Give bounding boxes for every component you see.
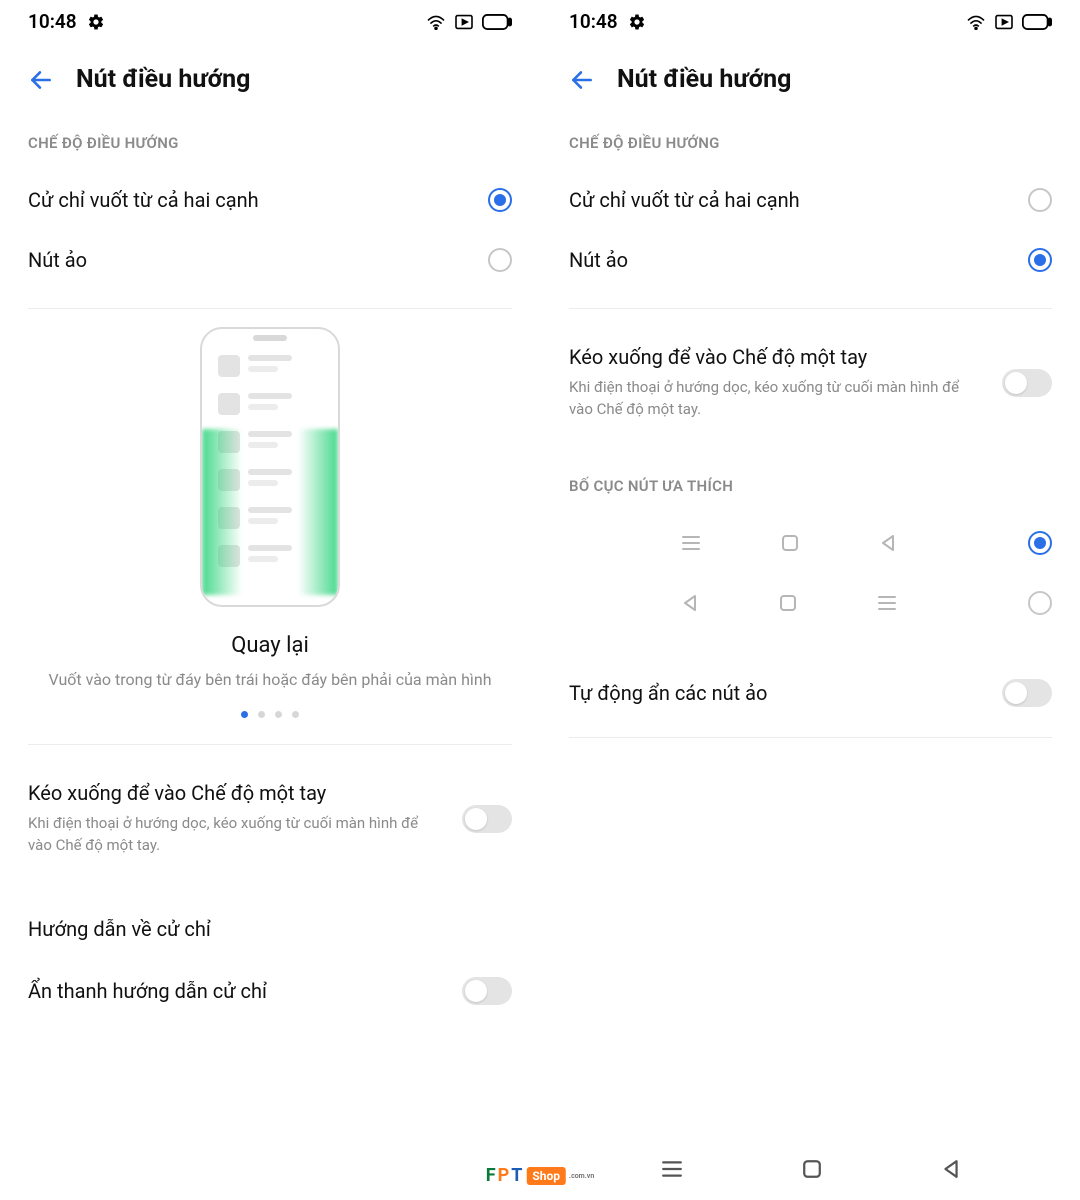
gesture-illustration: Quay lại Vuốt vào trong từ đáy bên trái … (28, 327, 512, 718)
menu-icon (877, 595, 897, 611)
one-hand-mode-row[interactable]: Kéo xuống để vào Chế độ một tay Khi điện… (569, 327, 1052, 439)
system-nav-bar (541, 1138, 1080, 1200)
watermark-shop: Shop (526, 1167, 566, 1185)
screen-right: 10:48 Nút điều hướng CHẾ ĐỘ ĐIỀU HƯỚNG C… (540, 0, 1080, 1200)
radio-selected-icon[interactable] (488, 188, 512, 212)
radio-unselected-icon[interactable] (1028, 188, 1052, 212)
one-hand-mode-row[interactable]: Kéo xuống để vào Chế độ một tay Khi điện… (28, 763, 512, 875)
button-layout-option-1[interactable] (569, 513, 1052, 573)
gear-icon (87, 13, 105, 31)
toggle-off-icon[interactable] (1002, 679, 1052, 707)
option-buttons-label: Nút ảo (569, 248, 628, 272)
screen-left: 10:48 Nút điều hướng CHẾ ĐỘ ĐIỀU HƯỚNG C… (0, 0, 540, 1200)
divider (569, 308, 1052, 309)
wifi-icon (426, 14, 446, 30)
toggle-off-icon[interactable] (1002, 369, 1052, 397)
triangle-back-icon (681, 594, 699, 612)
cast-icon (994, 14, 1014, 30)
gear-icon (628, 13, 646, 31)
cast-icon (454, 14, 474, 30)
dot-icon[interactable] (258, 711, 265, 718)
section-layout-title: BỐ CỤC NÚT ƯA THÍCH (569, 477, 1052, 495)
phone-illustration-icon (200, 327, 340, 607)
one-hand-title: Kéo xuống để vào Chế độ một tay (28, 781, 442, 805)
watermark-p: P (498, 1165, 510, 1186)
button-layout-option-2[interactable] (569, 573, 1052, 633)
square-icon (781, 534, 799, 552)
option-virtual-buttons[interactable]: Nút ảo (28, 230, 512, 290)
divider (28, 744, 512, 745)
watermark-f: F (486, 1165, 496, 1186)
illustration-title: Quay lại (231, 633, 309, 658)
one-hand-desc: Khi điện thoại ở hướng dọc, kéo xuống từ… (569, 377, 982, 421)
option-swipe-both[interactable]: Cử chỉ vuốt từ cả hai cạnh (28, 170, 512, 230)
radio-selected-icon[interactable] (1028, 248, 1052, 272)
page-header: Nút điều hướng (0, 39, 540, 104)
one-hand-desc: Khi điện thoại ở hướng dọc, kéo xuống từ… (28, 813, 442, 857)
option-swipe-label: Cử chỉ vuốt từ cả hai cạnh (28, 188, 259, 212)
option-buttons-label: Nút ảo (28, 248, 87, 272)
divider (28, 308, 512, 309)
option-swipe-label: Cử chỉ vuốt từ cả hai cạnh (569, 188, 800, 212)
radio-selected-icon[interactable] (1028, 531, 1052, 555)
nav-back-icon[interactable] (941, 1159, 961, 1179)
auto-hide-row[interactable]: Tự động ẩn các nút ảo (569, 661, 1052, 725)
status-bar: 10:48 (541, 0, 1080, 39)
radio-unselected-icon[interactable] (488, 248, 512, 272)
toggle-off-icon[interactable] (462, 805, 512, 833)
one-hand-title: Kéo xuống để vào Chế độ một tay (569, 345, 982, 369)
section-mode-title: CHẾ ĐỘ ĐIỀU HƯỚNG (569, 134, 1052, 152)
toggle-off-icon[interactable] (462, 977, 512, 1005)
divider (569, 737, 1052, 738)
gesture-guide-row[interactable]: Hướng dẫn về cử chỉ (28, 899, 512, 959)
dot-icon[interactable] (292, 711, 299, 718)
section-mode-title: CHẾ ĐỘ ĐIỀU HƯỚNG (28, 134, 512, 152)
status-bar: 10:48 (0, 0, 540, 39)
hide-gesture-bar-row[interactable]: Ẩn thanh hướng dẫn cử chỉ (28, 959, 512, 1005)
back-icon[interactable] (569, 67, 595, 93)
option-swipe-both[interactable]: Cử chỉ vuốt từ cả hai cạnh (569, 170, 1052, 230)
page-title: Nút điều hướng (617, 65, 791, 94)
status-time: 10:48 (569, 10, 618, 33)
wifi-icon (966, 14, 986, 30)
status-time: 10:48 (28, 10, 77, 33)
watermark-vn: .com.vn (569, 1172, 594, 1180)
page-title: Nút điều hướng (76, 65, 250, 94)
hide-gesture-bar-label: Ẩn thanh hướng dẫn cử chỉ (28, 979, 267, 1003)
option-virtual-buttons[interactable]: Nút ảo (569, 230, 1052, 290)
nav-home-icon[interactable] (802, 1159, 822, 1179)
carousel-dots[interactable] (241, 711, 299, 718)
watermark-logo: F P T Shop .com.vn (486, 1165, 595, 1186)
back-icon[interactable] (28, 67, 54, 93)
triangle-back-icon (879, 534, 897, 552)
battery-icon (1022, 14, 1052, 30)
menu-icon (681, 535, 701, 551)
square-icon (779, 594, 797, 612)
auto-hide-label: Tự động ẩn các nút ảo (569, 681, 767, 705)
page-header: Nút điều hướng (541, 39, 1080, 104)
dot-icon[interactable] (275, 711, 282, 718)
battery-icon (482, 14, 512, 30)
radio-unselected-icon[interactable] (1028, 591, 1052, 615)
nav-menu-icon[interactable] (661, 1160, 683, 1178)
dot-icon[interactable] (241, 711, 248, 718)
watermark-t: T (511, 1165, 522, 1186)
gesture-guide-label: Hướng dẫn về cử chỉ (28, 917, 211, 941)
illustration-description: Vuốt vào trong từ đáy bên trái hoặc đáy … (48, 668, 491, 691)
